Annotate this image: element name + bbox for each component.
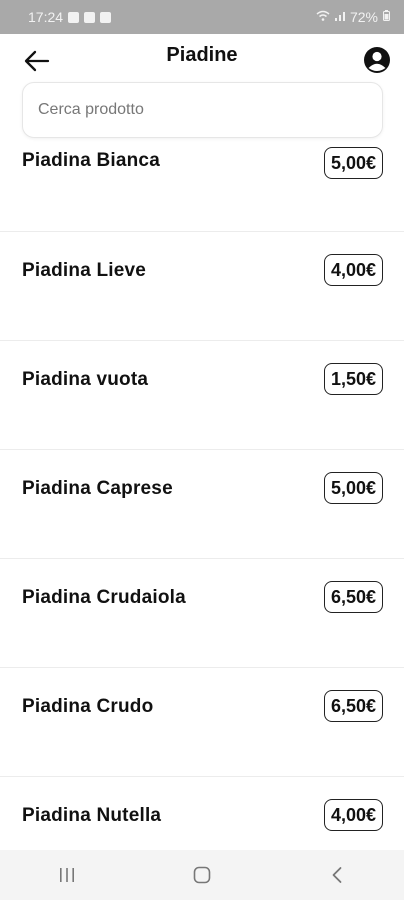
product-name: Piadina Crudaiola	[22, 587, 186, 608]
home-button[interactable]	[182, 855, 222, 895]
product-name: Piadina Nutella	[22, 805, 162, 826]
account-icon	[364, 47, 390, 73]
photo-icon	[68, 11, 80, 23]
product-price: 1,50€	[323, 363, 383, 395]
back-nav-button[interactable]	[317, 855, 357, 895]
wifi-icon	[316, 10, 330, 24]
product-row[interactable]: Piadina Crudaiola 6,50€	[0, 559, 404, 668]
product-row[interactable]: Piadina vuota 1,50€	[0, 341, 404, 450]
search-box[interactable]	[22, 82, 383, 138]
product-price: 5,00€	[323, 472, 383, 504]
product-name: Piadina vuota	[22, 369, 149, 390]
search-input[interactable]	[23, 83, 382, 137]
home-icon	[193, 866, 211, 884]
battery-level: 72%	[349, 9, 378, 25]
product-row[interactable]: Piadina Crudo 6,50€	[0, 668, 404, 777]
page-title: Piadine	[166, 44, 238, 66]
status-bar: 17:24 72%	[0, 0, 404, 34]
product-price: 4,00€	[323, 799, 383, 831]
system-nav-bar	[0, 850, 404, 900]
product-price: 6,50€	[323, 690, 383, 722]
product-price: 6,50€	[323, 581, 383, 613]
product-row[interactable]: Piadina Lieve 4,00€	[0, 232, 404, 341]
product-name: Piadina Caprese	[22, 478, 173, 499]
product-name: Piadina Lieve	[22, 260, 147, 281]
calendar-icon	[100, 11, 112, 23]
product-row[interactable]: Piadina Bianca 5,00€	[0, 140, 404, 232]
status-time: 17:24	[28, 9, 64, 25]
product-row[interactable]: Piadina Caprese 5,00€	[0, 450, 404, 559]
back-nav-icon	[332, 867, 342, 883]
recent-apps-button[interactable]	[47, 855, 87, 895]
product-name: Piadina Bianca	[22, 150, 160, 171]
battery-icon	[383, 10, 390, 24]
profile-button[interactable]	[362, 45, 392, 75]
product-price: 5,00€	[323, 147, 383, 179]
product-price: 4,00€	[323, 254, 383, 286]
status-left: 17:24	[28, 9, 112, 25]
product-name: Piadina Crudo	[22, 696, 154, 717]
check-icon	[84, 11, 96, 23]
signal-icon	[334, 10, 345, 24]
product-list: Piadina Bianca 5,00€ Piadina Lieve 4,00€…	[0, 140, 404, 886]
header: Piadine	[0, 34, 404, 84]
recent-apps-icon	[60, 868, 75, 882]
status-right: 72%	[316, 9, 390, 25]
